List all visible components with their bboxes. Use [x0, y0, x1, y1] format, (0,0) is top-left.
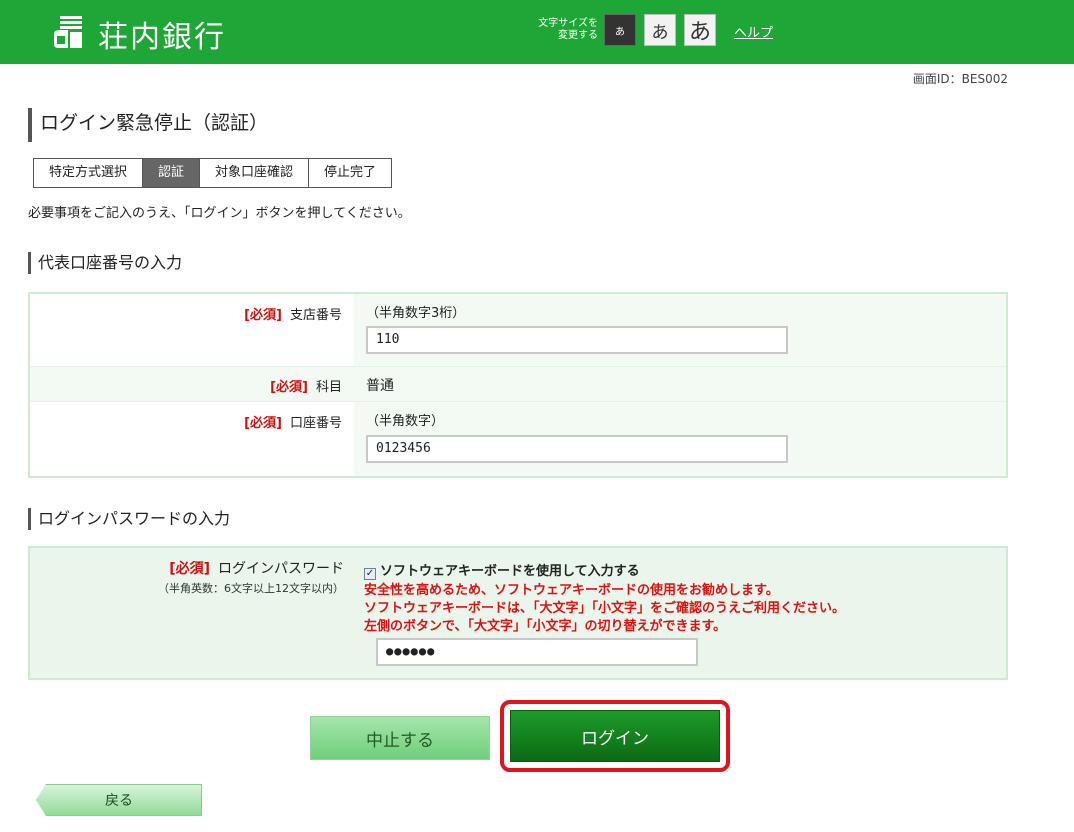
- password-sublabel: （半角英数：6文字以上12文字以内）: [158, 582, 344, 595]
- software-keyboard-checkbox[interactable]: ✓: [364, 568, 376, 580]
- account-form: [必須] 支店番号 （半角数字3桁） 110 [必須] 科目 普通 [必須] 口座番号…: [28, 292, 1008, 478]
- warning-2: ソフトウェアキーボードは、「大文字」「小文字」をご確認のうえご利用ください。: [364, 601, 846, 616]
- warning-3: 左側のボタンで、「大文字」「小文字」の切り替えができます。: [364, 619, 727, 634]
- font-size-label: 文字サイズを 変更する: [538, 18, 598, 41]
- warning-1: 安全性を高めるため、ソフトウェアキーボードの使用をお勧めします。: [364, 583, 779, 598]
- password-input[interactable]: ●●●●●●: [376, 638, 698, 666]
- back-button[interactable]: 戻る: [36, 784, 202, 816]
- account-section-title: 代表口座番号の入力: [28, 252, 182, 274]
- branch-label: [必須] 支店番号: [244, 308, 342, 323]
- branch-number-input[interactable]: 110: [366, 326, 788, 354]
- software-keyboard-option[interactable]: ✓ ソフトウェアキーボードを使用して入力する: [364, 560, 845, 580]
- step-method-select: 特定方式選択: [34, 159, 144, 187]
- bank-name: 荘内銀行: [98, 20, 226, 55]
- bank-logo-icon: [54, 16, 82, 48]
- account-number-input[interactable]: 0123456: [366, 435, 788, 463]
- branch-hint: （半角数字3桁）: [366, 306, 466, 321]
- font-size-small-button[interactable]: あ: [604, 14, 636, 46]
- screen-id: 画面ID：BES002: [912, 72, 1008, 86]
- instruction-text: 必要事項をご記入のうえ、「ログイン」ボタンを押してください。: [28, 206, 411, 221]
- required-badge: [必須]: [244, 308, 282, 323]
- password-label: ログインパスワード: [218, 561, 344, 577]
- header-bar: 荘内銀行 文字サイズを 変更する あ あ あ ヘルプ: [0, 0, 1074, 64]
- branch-row: [必須] 支店番号 （半角数字3桁） 110: [30, 294, 1006, 366]
- step-indicator: 特定方式選択 認証 対象口座確認 停止完了: [33, 158, 393, 188]
- account-label: [必須] 口座番号: [244, 416, 342, 431]
- step-account-confirm: 対象口座確認: [200, 159, 310, 187]
- step-authentication: 認証: [143, 159, 201, 187]
- account-row: [必須] 口座番号 （半角数字） 0123456: [30, 402, 1006, 476]
- password-form: [必須] ログインパスワード （半角英数：6文字以上12文字以内） ✓ ソフトウェア…: [28, 546, 1008, 680]
- password-section-title: ログインパスワードの入力: [28, 508, 230, 530]
- password-content: ✓ ソフトウェアキーボードを使用して入力する 安全性を高めるため、ソフトウェアキー…: [364, 560, 845, 636]
- password-label-group: [必須] ログインパスワード （半角英数：6文字以上12文字以内）: [158, 558, 344, 596]
- cancel-button[interactable]: 中止する: [310, 716, 490, 760]
- required-badge: [必須]: [244, 416, 282, 431]
- subject-label: [必須] 科目: [270, 380, 342, 395]
- account-hint: （半角数字）: [366, 414, 445, 429]
- page-title: ログイン緊急停止（認証）: [28, 108, 268, 142]
- required-badge: [必須]: [169, 561, 210, 577]
- subject-row: [必須] 科目 普通: [30, 366, 1006, 402]
- step-complete: 停止完了: [309, 159, 392, 187]
- font-size-large-button[interactable]: あ: [684, 14, 716, 46]
- font-size-medium-button[interactable]: あ: [644, 14, 676, 46]
- subject-value: 普通: [366, 378, 394, 394]
- login-button[interactable]: ログイン: [510, 710, 720, 762]
- required-badge: [必須]: [270, 380, 308, 395]
- help-link[interactable]: ヘルプ: [734, 22, 773, 41]
